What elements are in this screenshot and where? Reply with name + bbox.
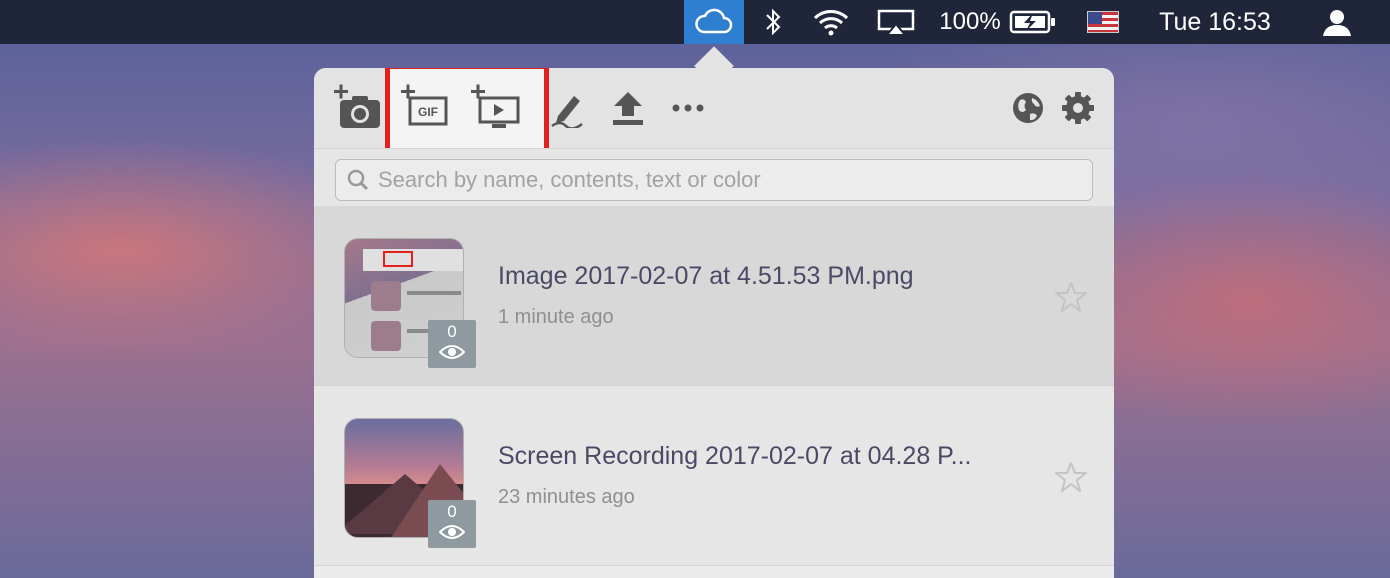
record-gif-button[interactable]: GIF xyxy=(398,84,454,132)
bluetooth-icon[interactable] xyxy=(758,0,788,44)
item-title[interactable]: Image 2017-02-07 at 4.51.53 PM.png xyxy=(498,262,914,291)
upload-button[interactable] xyxy=(600,84,656,132)
svg-text:GIF: GIF xyxy=(418,105,438,119)
camera-plus-icon xyxy=(334,84,380,128)
view-count: 0 xyxy=(447,502,457,521)
menu-bar: 100% Tue 16:53 xyxy=(0,0,1390,44)
list-item[interactable]: 0 Image 2017-02-07 at 4.51.53 PM.png 1 m… xyxy=(314,206,1114,386)
item-time: 1 minute ago xyxy=(498,306,614,328)
settings-button[interactable] xyxy=(1050,84,1106,132)
search-box[interactable] xyxy=(335,159,1093,201)
gear-icon xyxy=(1062,92,1094,124)
airplay-icon[interactable] xyxy=(872,0,920,44)
star-icon[interactable] xyxy=(1054,280,1088,319)
screen-recording-button[interactable] xyxy=(468,84,524,132)
view-count: 0 xyxy=(447,322,457,341)
annotate-button[interactable] xyxy=(540,84,596,132)
item-title[interactable]: Screen Recording 2017-02-07 at 04.28 P..… xyxy=(498,442,971,471)
upload-icon xyxy=(613,92,643,125)
cloudapp-popover: GIF Search by name, contents, text or co… xyxy=(314,68,1114,578)
globe-icon xyxy=(1013,93,1043,123)
web-button[interactable] xyxy=(1000,84,1056,132)
battery-charging-icon[interactable] xyxy=(1006,0,1060,44)
battery-percentage: 100% xyxy=(939,8,1001,35)
search-input[interactable] xyxy=(378,167,1078,193)
clock[interactable]: Tue 16:53 xyxy=(1146,0,1284,44)
screen-record-icon xyxy=(471,84,520,128)
list-item[interactable]: 0 Screen Recording 2017-02-07 at 04.28 P… xyxy=(314,386,1114,566)
cloudapp-menu-icon[interactable] xyxy=(684,0,744,44)
toolbar: GIF xyxy=(314,68,1114,154)
search-icon xyxy=(346,168,370,192)
view-count-badge: 0 xyxy=(428,320,476,368)
search-row xyxy=(314,148,1114,206)
user-icon[interactable] xyxy=(1314,0,1360,44)
wifi-icon[interactable] xyxy=(808,0,854,44)
eye-icon xyxy=(438,344,466,365)
eye-icon xyxy=(438,524,466,545)
view-count-badge: 0 xyxy=(428,500,476,548)
us-flag-icon[interactable] xyxy=(1084,0,1122,44)
gif-record-icon: GIF xyxy=(401,84,448,126)
more-button[interactable] xyxy=(660,84,716,132)
screenshot-button[interactable] xyxy=(330,84,386,132)
pen-icon xyxy=(551,96,583,128)
item-time: 23 minutes ago xyxy=(498,486,635,508)
star-icon[interactable] xyxy=(1054,460,1088,499)
more-icon xyxy=(672,104,704,112)
